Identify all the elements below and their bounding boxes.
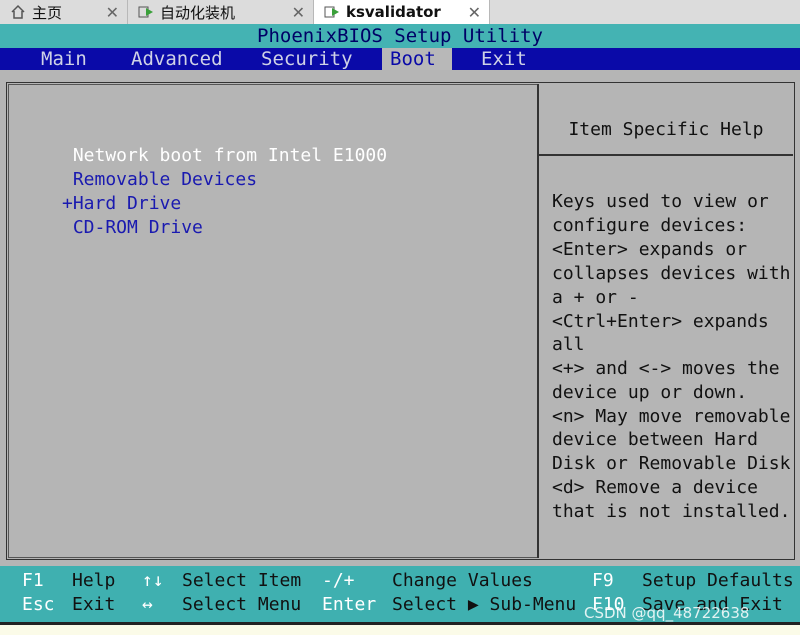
tab-home[interactable]: 主页 ✕ [0,0,128,24]
key-leftright-desc: Select Menu [182,594,302,615]
help-line: <d> Remove a device [552,477,758,498]
key-esc-desc: Exit [72,594,116,615]
help-line: that is not installed. [552,501,791,522]
help-line: <Ctrl+Enter> expands [552,311,769,332]
bios-menu-bar: Main Advanced Security Boot Exit [0,48,800,70]
key-f9-desc: Setup Defaults [642,570,794,591]
help-line: <+> and <-> moves the [552,358,780,379]
help-line: a + or - [552,287,639,308]
close-icon[interactable]: ✕ [292,3,305,22]
key-minus-plus: -/+ [322,570,355,591]
boot-item-hard-drive[interactable]: +Hard Drive [62,192,181,216]
help-line: Keys used to view or [552,191,769,212]
close-icon[interactable]: ✕ [106,3,119,22]
menu-security[interactable]: Security [253,48,361,70]
tab-label: 主页 [32,3,63,22]
key-esc: Esc [22,594,55,615]
help-divider [539,154,793,156]
menu-boot[interactable]: Boot [382,48,452,70]
help-line: <Enter> expands or [552,239,748,260]
boot-item-network[interactable]: Network boot from Intel E1000 [62,144,387,168]
help-line: collapses devices with [552,263,791,284]
tab-vm-autoinstall[interactable]: 自动化装机 ✕ [128,0,314,24]
close-icon[interactable]: ✕ [468,3,481,22]
help-title: Item Specific Help [568,119,764,140]
menu-exit[interactable]: Exit [473,48,535,70]
help-line: <n> May move removable [552,406,791,427]
key-minus-plus-desc: Change Values [392,570,533,591]
help-line: configure devices: [552,215,748,236]
vm-icon [324,4,340,20]
key-updown: ↑↓ [142,570,164,591]
boot-item-removable[interactable]: Removable Devices [62,168,257,192]
help-line: all [552,334,585,355]
key-updown-desc: Select Item [182,570,302,591]
key-f1-desc: Help [72,570,116,591]
bios-screen: PhoenixBIOS Setup Utility Main Advanced … [0,24,800,622]
bios-main-panel: Network boot from Intel E1000 Removable … [0,70,800,566]
tab-label: ksvalidator [346,3,441,21]
key-enter: Enter [322,594,377,615]
tab-label: 自动化装机 [160,3,236,22]
host-bottom-strip [0,622,800,635]
watermark: CSDN @qq_48722638 [584,604,750,622]
home-icon [10,4,26,20]
key-enter-desc: Select ▶ Sub-Menu [392,594,577,615]
bios-title: PhoenixBIOS Setup Utility [0,24,800,48]
key-f9: F9 [592,570,614,591]
menu-main[interactable]: Main [33,48,95,70]
help-line: device up or down. [552,382,748,403]
host-tab-strip: 主页 ✕ 自动化装机 ✕ ksvalidator ✕ [0,0,800,24]
tab-ksvalidator[interactable]: ksvalidator ✕ [314,0,490,24]
menu-advanced[interactable]: Advanced [123,48,231,70]
vm-icon [138,4,154,20]
key-leftright: ↔ [142,594,153,615]
key-f1: F1 [22,570,44,591]
help-line: Disk or Removable Disk [552,453,791,474]
boot-item-cdrom[interactable]: CD-ROM Drive [62,216,203,240]
help-line: device between Hard [552,429,758,450]
